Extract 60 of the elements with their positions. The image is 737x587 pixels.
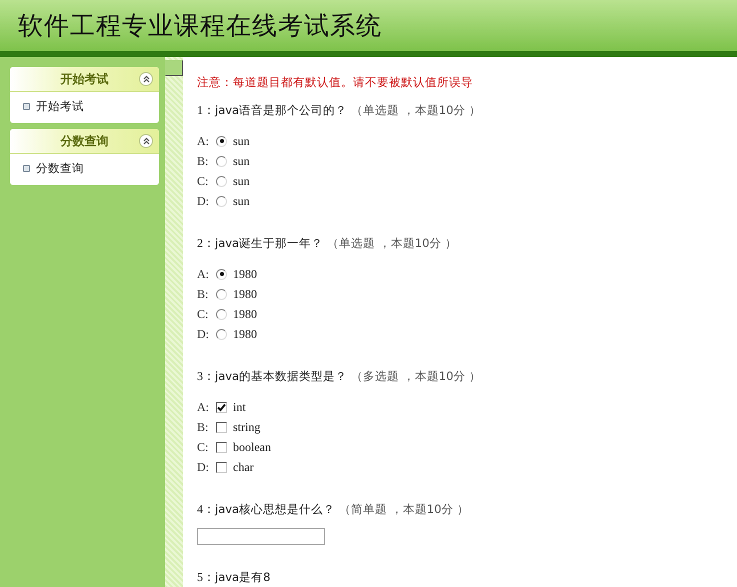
question-number: 1： bbox=[197, 102, 215, 119]
checkbox[interactable] bbox=[216, 422, 227, 432]
menu-item[interactable]: 分数查询 bbox=[10, 154, 159, 185]
question-text: java的基本数据类型是？ bbox=[215, 369, 348, 384]
radio-button[interactable] bbox=[216, 136, 227, 146]
option-letter: D: bbox=[197, 460, 210, 474]
radio-button[interactable] bbox=[216, 308, 227, 320]
option-letter: C: bbox=[197, 440, 210, 454]
option-letter: D: bbox=[197, 194, 210, 208]
option-letter: D: bbox=[197, 326, 210, 342]
question-text: java诞生于那一年？ bbox=[215, 236, 324, 251]
notice-text: 注意：每道题目都有默认值。请不要被默认值所误导 bbox=[197, 75, 473, 90]
collapse-toggle[interactable] bbox=[165, 60, 183, 76]
option-label: sun bbox=[233, 174, 250, 188]
panel-title: 分数查询 bbox=[60, 132, 108, 150]
checkbox[interactable] bbox=[216, 442, 227, 452]
answer-field[interactable] bbox=[197, 528, 325, 545]
question-number: 3： bbox=[197, 368, 215, 385]
radio-button[interactable] bbox=[216, 328, 227, 340]
option-letter: B: bbox=[197, 154, 210, 168]
panel-title: 开始考试 bbox=[60, 70, 108, 88]
radio-button[interactable] bbox=[216, 176, 227, 186]
radio-button[interactable] bbox=[216, 288, 227, 300]
collapse-icon[interactable] bbox=[139, 134, 153, 148]
radio-button[interactable] bbox=[216, 268, 227, 280]
option-label: 1980 bbox=[233, 286, 257, 302]
option-letter: B: bbox=[197, 420, 210, 434]
checkbox[interactable] bbox=[216, 462, 227, 472]
option-label: 1980 bbox=[233, 266, 257, 282]
question-text: java是有8 bbox=[215, 570, 270, 585]
collapse-icon[interactable] bbox=[139, 72, 153, 86]
option-letter: C: bbox=[197, 174, 210, 188]
option-letter: B: bbox=[197, 286, 210, 302]
option-label: boolean bbox=[233, 440, 271, 454]
option-label: 1980 bbox=[233, 326, 257, 342]
option-label: sun bbox=[233, 194, 250, 208]
option-label: 1980 bbox=[233, 306, 257, 322]
option-label: int bbox=[233, 400, 246, 414]
option-letter: A: bbox=[197, 134, 210, 148]
option-label: sun bbox=[233, 154, 250, 168]
option-label: char bbox=[233, 460, 254, 474]
app-title: 软件工程专业课程在线考试系统 bbox=[18, 10, 382, 42]
question-meta: （简单题 ，本题10分 ） bbox=[339, 502, 470, 517]
menu-item[interactable]: 开始考试 bbox=[10, 92, 159, 123]
option-letter: A: bbox=[197, 266, 210, 282]
question-number: 4： bbox=[197, 501, 215, 518]
question-meta: （单选题 ，本题10分 ） bbox=[351, 103, 482, 118]
option-letter: C: bbox=[197, 306, 210, 322]
option-label: string bbox=[233, 420, 260, 434]
question-meta: （单选题 ，本题10分 ） bbox=[327, 236, 458, 251]
question-number: 5： bbox=[197, 569, 215, 586]
radio-button[interactable] bbox=[216, 156, 227, 166]
option-letter: A: bbox=[197, 400, 210, 414]
question-meta: （多选题 ，本题10分 ） bbox=[351, 369, 482, 384]
question-text: java语音是那个公司的？ bbox=[215, 103, 348, 118]
option-label: sun bbox=[233, 134, 250, 148]
checkbox[interactable] bbox=[216, 402, 227, 412]
radio-button[interactable] bbox=[216, 196, 227, 206]
question-text: java核心思想是什么？ bbox=[215, 502, 336, 517]
question-number: 2： bbox=[197, 235, 215, 252]
